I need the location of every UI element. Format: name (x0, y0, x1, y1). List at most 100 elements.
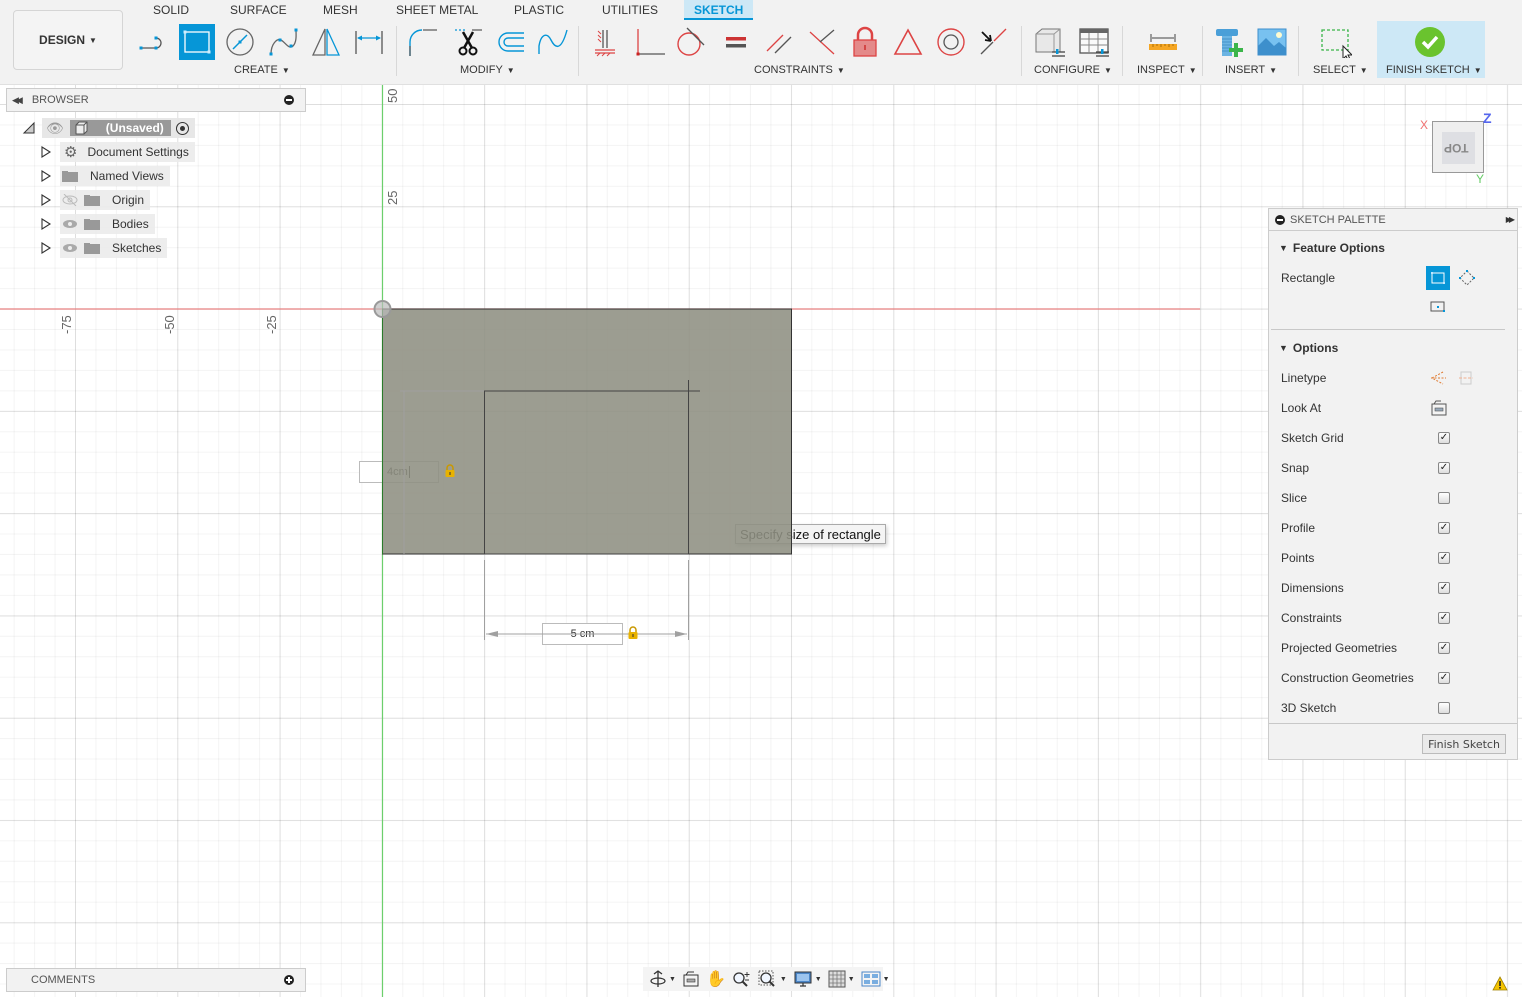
feature-options-section[interactable]: ▼ Feature Options (1279, 241, 1385, 255)
two-point-rectangle-button[interactable] (1426, 266, 1450, 290)
spline-tool[interactable] (265, 24, 301, 60)
finish-sketch-palette-button[interactable]: Finish Sketch (1422, 734, 1506, 754)
horizontal-vertical-constraint[interactable] (588, 24, 624, 60)
eye-hidden-icon[interactable] (62, 194, 78, 206)
workspace-switcher[interactable]: DESIGN ▼ (13, 10, 123, 70)
three-point-rectangle-button[interactable] (1457, 268, 1477, 291)
configure-menu[interactable]: CONFIGURE ▼ (1034, 64, 1112, 76)
inspect-menu[interactable]: INSPECT ▼ (1137, 64, 1197, 76)
browser-item[interactable]: Origin (60, 190, 151, 210)
minimize-icon[interactable] (284, 95, 294, 105)
profile-rectangle[interactable] (382, 308, 792, 555)
checkbox-dimensions[interactable]: ✓ (1438, 582, 1450, 594)
checkbox-constraints[interactable]: ✓ (1438, 612, 1450, 624)
collapse-panel-icon[interactable]: ◀◀ (12, 95, 23, 106)
checkbox-slice[interactable] (1438, 492, 1450, 504)
collapsed-triangle-icon[interactable] (39, 193, 53, 207)
checkbox-3d-sketch[interactable] (1438, 702, 1450, 714)
look-at-icon[interactable] (1431, 400, 1447, 419)
fillet-tool[interactable] (405, 24, 441, 60)
line-tool[interactable] (136, 24, 172, 60)
perpendicular-constraint[interactable] (804, 24, 840, 60)
parallel-icon (766, 34, 792, 54)
midpoint-constraint[interactable] (890, 24, 926, 60)
horizontal-vertical-icon (595, 30, 615, 57)
checkbox-points[interactable]: ✓ (1438, 552, 1450, 564)
tab-sketch[interactable]: SKETCH (684, 0, 754, 20)
midpoint-icon (893, 28, 923, 55)
sketch-palette: SKETCH PALETTE ▶▶ ▼ Feature Options Recta… (1268, 208, 1518, 760)
option-row-constraints: Constraints ✓ (1281, 611, 1450, 625)
collapsed-triangle-icon[interactable] (39, 241, 53, 255)
mirror-icon (311, 28, 341, 56)
center-rectangle-button[interactable] (1430, 300, 1446, 317)
activate-radio-icon[interactable] (175, 121, 189, 135)
eye-icon[interactable] (62, 242, 78, 254)
parallel-constraint[interactable] (761, 24, 797, 60)
select-menu[interactable]: SELECT ▼ (1313, 64, 1368, 76)
sketch-dimension-tool[interactable] (351, 24, 387, 60)
collapsed-triangle-icon[interactable] (39, 145, 53, 159)
mirror-tool[interactable] (308, 24, 344, 60)
origin-point[interactable] (373, 300, 392, 318)
select-button[interactable] (1318, 24, 1354, 60)
tab-surface[interactable]: SURFACE (220, 0, 297, 20)
tab-plastic[interactable]: PLASTIC (504, 0, 574, 20)
coincident-constraint[interactable] (632, 24, 668, 60)
fix-constraint[interactable] (847, 24, 883, 60)
conic-curve-tool[interactable] (535, 24, 571, 60)
browser-item[interactable]: Named Views (60, 166, 170, 186)
checkbox-projected-geometries[interactable]: ✓ (1438, 642, 1450, 654)
folder-icon (84, 242, 100, 254)
rectangle-tool[interactable] (179, 24, 215, 60)
collapsed-triangle-icon[interactable] (39, 217, 53, 231)
insert-mcmaster-button[interactable] (1212, 24, 1248, 60)
checkbox-sketch-grid[interactable]: ✓ (1438, 432, 1450, 444)
tab-sheet-metal[interactable]: SHEET METAL (386, 0, 488, 20)
insert-canvas-button[interactable] (1254, 24, 1290, 60)
collinear-icon (980, 28, 1007, 55)
centerline-linetype-icon[interactable] (1458, 370, 1474, 389)
divider (1269, 723, 1517, 724)
caret-down-icon: ▼ (1104, 66, 1112, 75)
collapsed-triangle-icon[interactable] (39, 169, 53, 183)
modify-menu[interactable]: MODIFY ▼ (460, 64, 515, 76)
change-parameters-button[interactable] (1032, 24, 1068, 60)
create-menu[interactable]: CREATE ▼ (234, 64, 290, 76)
offset-tool[interactable] (492, 24, 528, 60)
concentric-constraint[interactable] (933, 24, 969, 60)
expand-panel-icon[interactable]: ▶▶ (1506, 215, 1515, 224)
browser-item[interactable]: ⚙ Document Settings (60, 142, 195, 162)
minimize-icon[interactable] (1275, 214, 1285, 225)
eye-icon[interactable]: 👁 (46, 120, 64, 137)
collinear-constraint[interactable] (975, 24, 1011, 60)
tab-solid[interactable]: SOLID (143, 0, 199, 20)
circle-tool[interactable] (222, 24, 258, 60)
checkbox-snap[interactable]: ✓ (1438, 462, 1450, 474)
construction-linetype-icon[interactable] (1429, 370, 1447, 389)
insert-menu[interactable]: INSERT ▼ (1225, 64, 1277, 76)
browser-item[interactable]: Bodies (60, 214, 155, 234)
finish-sketch-menu[interactable]: FINISH SKETCH ▼ (1386, 64, 1482, 76)
lock-icon[interactable] (444, 464, 456, 478)
sketch-palette-header[interactable]: SKETCH PALETTE ▶▶ (1269, 209, 1517, 231)
measure-button[interactable] (1145, 24, 1181, 60)
lock-icon[interactable] (627, 626, 639, 640)
browser-header[interactable]: ◀◀ BROWSER (6, 88, 306, 112)
tab-mesh[interactable]: MESH (313, 0, 368, 20)
browser-item[interactable]: Sketches (60, 238, 168, 258)
expanded-triangle-icon[interactable] (22, 121, 36, 135)
checkbox-profile[interactable]: ✓ (1438, 522, 1450, 534)
table-configure-button[interactable] (1076, 24, 1112, 60)
tab-utilities[interactable]: UTILITIES (592, 0, 668, 20)
options-section[interactable]: ▼ Options (1279, 341, 1338, 355)
eye-icon[interactable] (62, 218, 78, 230)
finish-sketch-button[interactable] (1412, 24, 1448, 60)
option-row-points: Points ✓ (1281, 551, 1450, 565)
tangent-constraint[interactable] (673, 24, 709, 60)
trim-tool[interactable] (450, 24, 486, 60)
equal-constraint[interactable] (718, 24, 754, 60)
constraints-menu[interactable]: CONSTRAINTS ▼ (754, 64, 845, 76)
browser-root-item[interactable]: 👁 (Unsaved) (42, 118, 195, 138)
checkbox-construction-geometries[interactable]: ✓ (1438, 672, 1450, 684)
